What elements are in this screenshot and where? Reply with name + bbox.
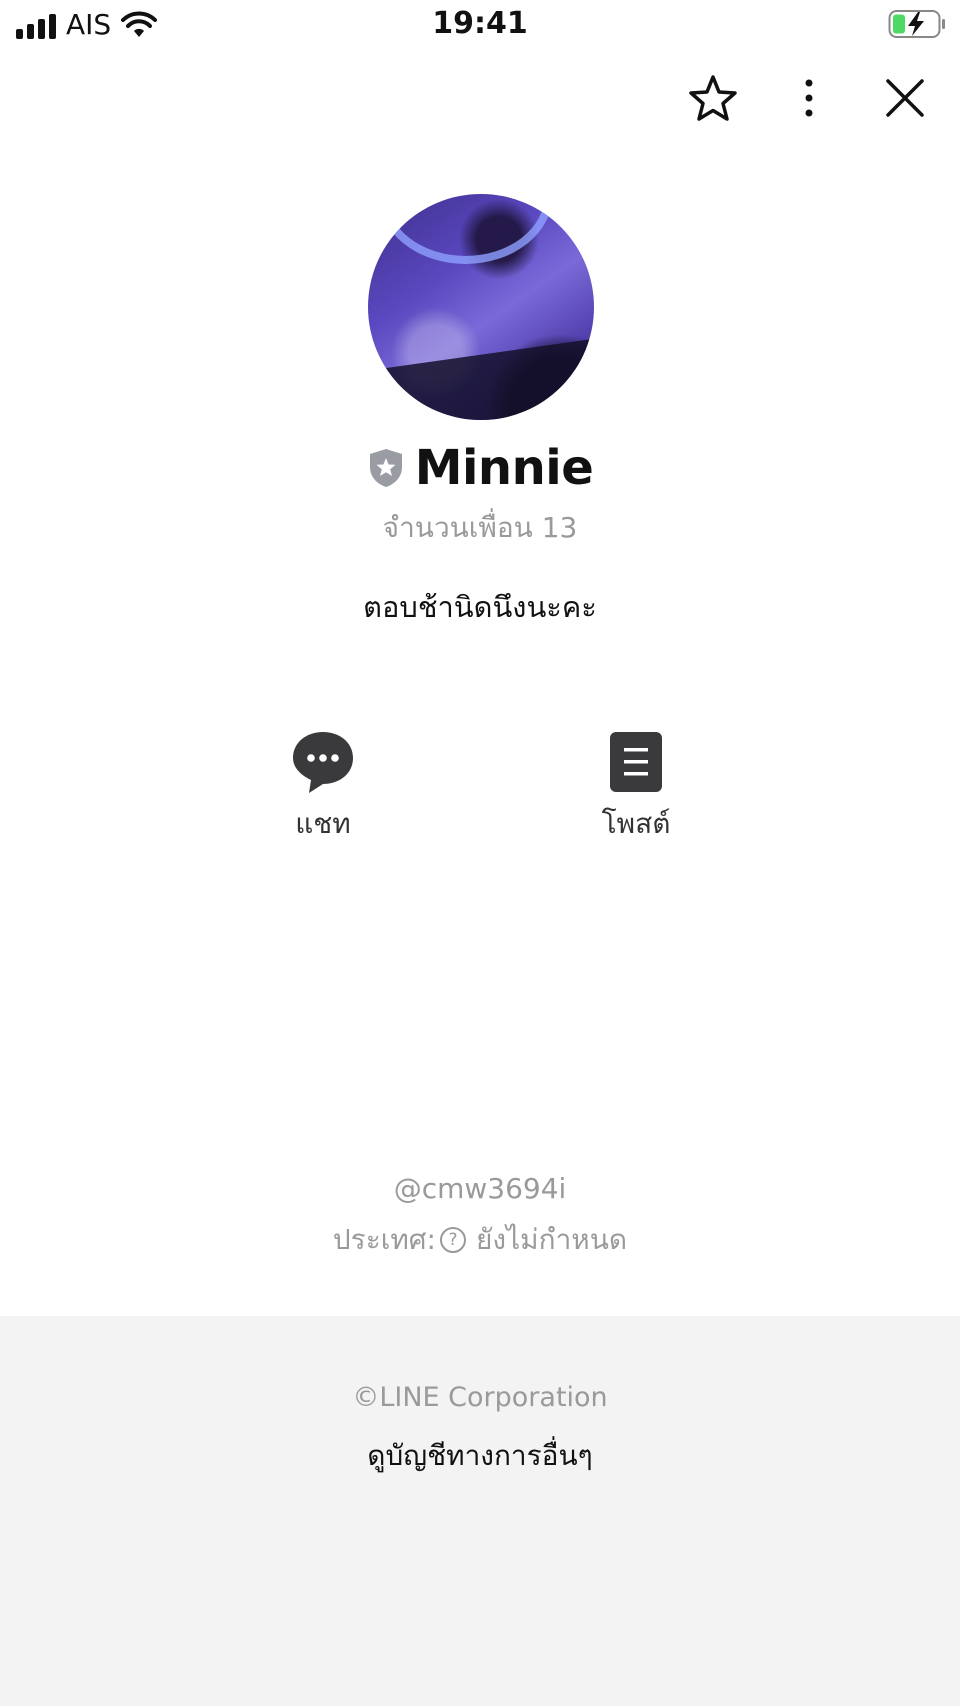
post-button[interactable]: โพสต์	[546, 730, 726, 846]
line-id: @cmw3694i	[393, 1172, 567, 1205]
status-time: 19:41	[432, 6, 528, 41]
more-vertical-icon	[805, 79, 813, 117]
copyright-text: ©LINE Corporation	[352, 1382, 608, 1413]
post-document-icon	[610, 732, 662, 792]
profile-name: Minnie	[414, 440, 594, 496]
profile-name-row: Minnie	[0, 440, 960, 496]
chat-button[interactable]: แชท	[233, 730, 413, 846]
status-message: ตอบช้านิดนึงนะคะ	[363, 590, 597, 624]
friends-count: จำนวนเพื่อน 13	[382, 511, 578, 544]
avatar-detail	[368, 333, 594, 420]
other-official-accounts-link[interactable]: ดูบัญชีทางการอื่นๆ	[0, 1434, 960, 1478]
help-icon[interactable]: ?	[440, 1227, 466, 1253]
top-action-bar	[688, 70, 930, 126]
status-bar: AIS 19:41	[0, 0, 960, 50]
close-icon	[886, 79, 924, 117]
star-icon	[689, 75, 737, 121]
profile-avatar[interactable]	[368, 194, 594, 420]
favorite-button[interactable]	[688, 73, 738, 123]
battery-charging-icon	[888, 10, 945, 38]
footer: ©LINE Corporation ดูบัญชีทางการอื่นๆ	[0, 1316, 960, 1706]
close-button[interactable]	[880, 73, 930, 123]
avatar-detail	[378, 194, 553, 264]
shield-star-icon	[369, 449, 402, 487]
country-label: ประเทศ:	[332, 1223, 436, 1256]
country-value: ยังไม่กำหนด	[476, 1223, 628, 1256]
more-options-button[interactable]	[784, 73, 834, 123]
post-label: โพสต์	[601, 807, 671, 840]
country-row: ประเทศ: ? ยังไม่กำหนด	[0, 1218, 960, 1262]
chat-label: แชท	[295, 807, 351, 840]
chat-bubble-icon	[293, 732, 353, 793]
